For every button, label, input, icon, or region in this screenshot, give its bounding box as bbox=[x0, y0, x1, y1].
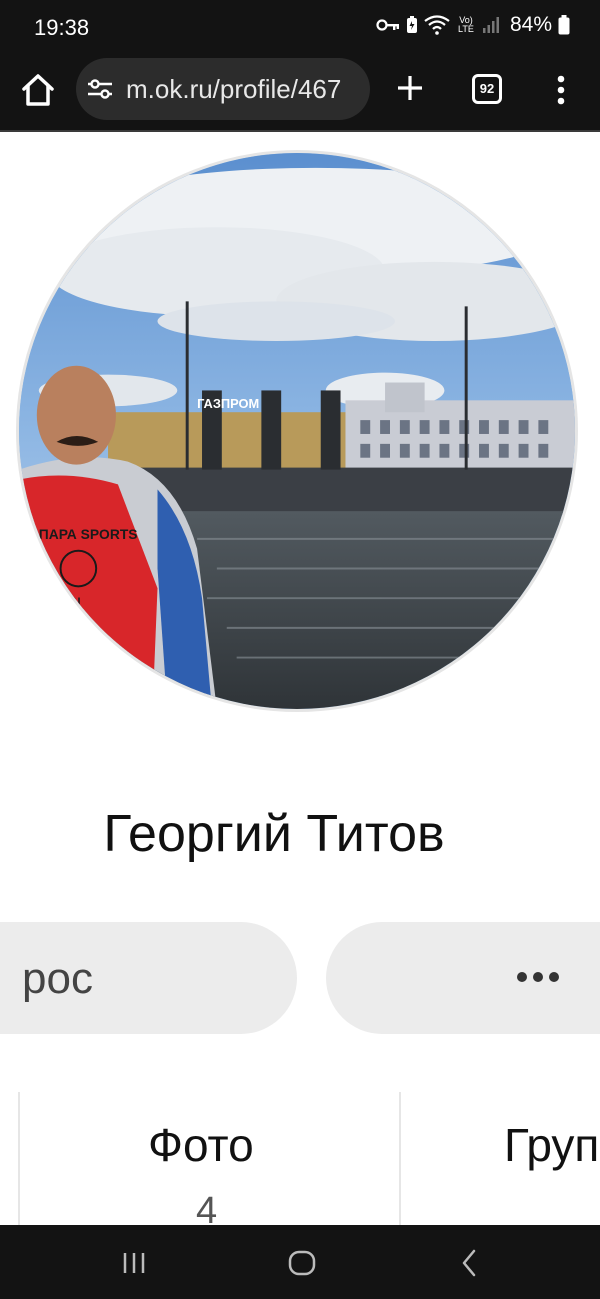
profile-name: Георгий Титов bbox=[103, 805, 445, 863]
system-nav-bar bbox=[0, 1225, 600, 1299]
svg-text:CTION: CTION bbox=[44, 595, 81, 609]
home-circle-icon[interactable] bbox=[284, 1245, 320, 1281]
back-icon[interactable] bbox=[452, 1245, 488, 1281]
more-actions-button[interactable] bbox=[326, 922, 600, 1034]
avatar[interactable]: ГАЗПРОМ ПАРА SPORTS CTION bbox=[16, 150, 578, 712]
more-horiz-icon bbox=[517, 972, 559, 982]
friend-request-label: рос bbox=[22, 954, 93, 1003]
tabs-icon[interactable]: 92 bbox=[472, 74, 502, 104]
battery-percent: 84% bbox=[509, 13, 552, 36]
profile-photo: ГАЗПРОМ ПАРА SPORTS CTION bbox=[19, 153, 575, 709]
recents-icon[interactable] bbox=[116, 1245, 152, 1281]
wifi-icon bbox=[424, 15, 450, 35]
url-text[interactable]: m.ok.ru/profile/467 bbox=[126, 74, 341, 105]
signal-icon bbox=[482, 17, 499, 33]
stat-photos-count[interactable]: 4 bbox=[196, 1190, 217, 1225]
vpn-key-icon bbox=[376, 19, 399, 31]
plus-icon[interactable] bbox=[392, 68, 428, 108]
status-icons: Vo) LTE 84% bbox=[376, 13, 570, 37]
page-content: ГАЗПРОМ ПАРА SPORTS CTION Георгий Титов … bbox=[0, 134, 600, 1225]
stat-divider bbox=[18, 1092, 20, 1225]
friend-request-button[interactable]: рос bbox=[0, 922, 297, 1034]
lte-label: Vo) LTE bbox=[458, 15, 474, 34]
home-icon[interactable] bbox=[18, 70, 58, 110]
battery-saver-icon bbox=[406, 16, 417, 33]
shirt-text-1: ПАРА SPORTS bbox=[39, 526, 138, 542]
site-settings-icon[interactable] bbox=[86, 77, 114, 101]
battery-icon bbox=[558, 15, 570, 35]
address-bar[interactable]: m.ok.ru/profile/467 bbox=[76, 58, 370, 120]
stat-groups-label[interactable]: Груп bbox=[504, 1118, 599, 1172]
status-bar: 19:38 Vo) LTE 84% bbox=[0, 0, 600, 56]
status-time: 19:38 bbox=[34, 15, 90, 40]
more-vert-icon[interactable] bbox=[551, 70, 571, 110]
stat-divider bbox=[399, 1092, 401, 1225]
stat-photos-label[interactable]: Фото bbox=[148, 1118, 254, 1172]
svg-text:ГАЗПРОМ: ГАЗПРОМ bbox=[197, 396, 259, 411]
browser-toolbar: m.ok.ru/profile/467 92 bbox=[0, 56, 600, 132]
